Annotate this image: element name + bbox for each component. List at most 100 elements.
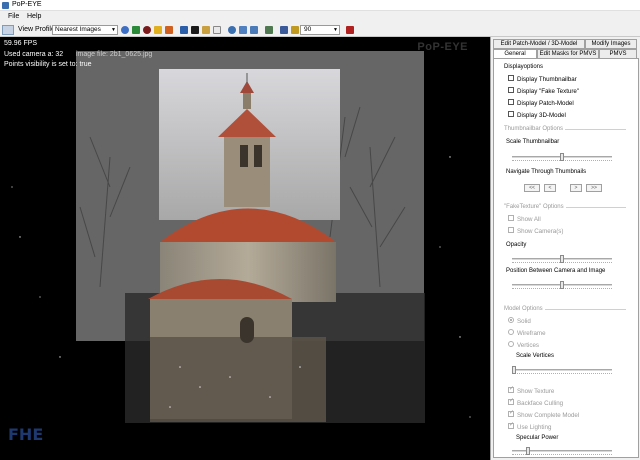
radio-label: Solid bbox=[517, 318, 531, 325]
view-profile-select[interactable]: Nearest Images ▼ bbox=[52, 25, 118, 35]
model-options-title: Model Options bbox=[504, 306, 545, 312]
nav-next-button[interactable]: > bbox=[570, 184, 582, 192]
checkbox-show-complete-model[interactable]: Show Complete Model bbox=[508, 409, 580, 419]
move-icon[interactable] bbox=[132, 26, 140, 34]
radio-icon[interactable] bbox=[508, 317, 514, 324]
specular-power-slider[interactable] bbox=[512, 447, 612, 455]
layers-icon[interactable] bbox=[250, 26, 258, 34]
key-icon[interactable] bbox=[291, 26, 299, 34]
point-cloud-base bbox=[150, 337, 326, 422]
display-icon[interactable] bbox=[191, 26, 199, 34]
checkbox-icon[interactable] bbox=[508, 111, 514, 118]
checkbox-icon[interactable] bbox=[508, 75, 514, 82]
popeye-logo: PoP-EYE bbox=[417, 41, 468, 53]
menu-help[interactable]: Help bbox=[27, 13, 41, 20]
slider-thumb[interactable] bbox=[512, 366, 516, 374]
checkbox-use-lighting[interactable]: Use Lighting bbox=[508, 421, 552, 431]
nav-first-button[interactable]: << bbox=[524, 184, 540, 192]
checkbox-icon[interactable] bbox=[508, 409, 514, 418]
scale-thumbnailbar-slider[interactable] bbox=[512, 153, 612, 161]
tools-icon[interactable] bbox=[165, 26, 173, 34]
navigate-thumbnails-label: Navigate Through Thumbnails bbox=[506, 169, 587, 175]
nav-last-button[interactable]: >> bbox=[586, 184, 602, 192]
checkbox-label: Show Camera(s) bbox=[517, 228, 564, 235]
camera-icon[interactable] bbox=[154, 26, 162, 34]
checkbox-show-cameras[interactable]: Show Camera(s) bbox=[508, 227, 564, 235]
view-profile-icon bbox=[2, 25, 14, 35]
folder-icon[interactable] bbox=[202, 26, 210, 34]
checkbox-icon[interactable] bbox=[508, 397, 514, 406]
radio-label: Wireframe bbox=[517, 330, 546, 337]
view-profile-value: Nearest Images bbox=[55, 26, 101, 33]
apse-window bbox=[240, 317, 254, 343]
chevron-down-icon: ▼ bbox=[333, 27, 338, 33]
radio-vertices[interactable]: Vertices bbox=[508, 341, 540, 349]
toolbar: View Profile: Nearest Images ▼ 90 ▼ bbox=[0, 23, 640, 37]
tab-edit-patch-model[interactable]: Edit Patch-Model / 3D-Model bbox=[493, 39, 585, 49]
nav-prev-button[interactable]: < bbox=[544, 184, 556, 192]
slider-thumb[interactable] bbox=[560, 153, 564, 161]
opacity-slider[interactable] bbox=[512, 255, 612, 263]
opacity-label: Opacity bbox=[506, 242, 527, 248]
checkbox-icon[interactable] bbox=[508, 227, 514, 234]
checkbox-display-patch-model[interactable]: Display Patch-Model bbox=[508, 99, 574, 107]
radio-icon[interactable] bbox=[508, 329, 514, 336]
tower-window bbox=[240, 145, 248, 167]
radio-label: Vertices bbox=[517, 342, 540, 349]
checkbox-display-3d-model[interactable]: Display 3D-Model bbox=[508, 111, 566, 119]
checkbox-icon[interactable] bbox=[508, 385, 514, 394]
checkbox-show-texture[interactable]: Show Texture bbox=[508, 385, 555, 395]
picture-icon[interactable] bbox=[265, 26, 273, 34]
checkbox-icon[interactable] bbox=[508, 421, 514, 430]
general-tab-body: Displayoptions Display Thumbnailbar Disp… bbox=[493, 58, 639, 458]
menu-bar: File Help bbox=[0, 11, 640, 23]
fhe-logo: FHE bbox=[8, 425, 44, 444]
scale-thumbnailbar-label: Scale Thumbnailbar bbox=[506, 139, 560, 145]
image-icon[interactable] bbox=[180, 26, 188, 34]
checkbox-label: Display 3D-Model bbox=[517, 112, 566, 119]
checkbox-label: Show Complete Model bbox=[517, 412, 580, 419]
scene-render bbox=[11, 51, 471, 438]
checkbox-icon[interactable] bbox=[508, 215, 514, 222]
checkbox-label: Display Patch-Model bbox=[517, 100, 574, 107]
app-icon bbox=[2, 2, 9, 9]
menu-file[interactable]: File bbox=[8, 13, 19, 20]
checkbox-show-all[interactable]: Show All bbox=[508, 215, 541, 223]
chevron-down-icon: ▼ bbox=[111, 27, 116, 33]
checkbox-icon[interactable] bbox=[508, 99, 514, 106]
slider-track bbox=[512, 369, 612, 371]
slider-thumb[interactable] bbox=[526, 447, 531, 455]
record-icon[interactable] bbox=[346, 26, 354, 34]
window-title: PoP-EYE bbox=[12, 1, 42, 8]
checkbox-label: Display "Fake Texture" bbox=[517, 88, 580, 95]
checkbox-display-fake-texture[interactable]: Display "Fake Texture" bbox=[508, 87, 580, 95]
help-icon[interactable] bbox=[228, 26, 236, 34]
checkbox-icon[interactable] bbox=[508, 87, 514, 94]
tower-window bbox=[254, 145, 262, 167]
scale-vertices-label: Scale Vertices bbox=[516, 353, 555, 359]
render-viewport[interactable]: 59.96 FPS Used camera a: 32 image file: … bbox=[0, 37, 490, 460]
slider-thumb[interactable] bbox=[560, 281, 564, 289]
fake-texture-options-title: "FakeTexture" Options bbox=[504, 204, 566, 210]
globe-icon[interactable] bbox=[121, 26, 129, 34]
radio-solid[interactable]: Solid bbox=[508, 317, 531, 325]
radio-wireframe[interactable]: Wireframe bbox=[508, 329, 546, 337]
checkbox-label: Show Texture bbox=[517, 388, 555, 395]
grid-icon[interactable] bbox=[239, 26, 247, 34]
checkbox-label: Display Thumbnailbar bbox=[517, 76, 577, 83]
scale-vertices-slider[interactable] bbox=[512, 366, 612, 374]
fps-readout: 59.96 FPS bbox=[4, 40, 38, 47]
radio-icon[interactable] bbox=[508, 341, 514, 348]
checkbox-backface-culling[interactable]: Backface Culling bbox=[508, 397, 563, 407]
position-slider[interactable] bbox=[512, 281, 612, 289]
title-bar: PoP-EYE bbox=[0, 0, 640, 11]
slider-thumb[interactable] bbox=[560, 255, 564, 263]
number-select[interactable]: 90 ▼ bbox=[300, 25, 340, 35]
checkbox-display-thumbnailbar[interactable]: Display Thumbnailbar bbox=[508, 75, 577, 83]
tab-modify-images[interactable]: Modify Images bbox=[585, 39, 637, 49]
checkbox-label: Use Lighting bbox=[517, 424, 552, 431]
display-options-title: Displayoptions bbox=[504, 64, 544, 70]
network-icon[interactable] bbox=[280, 26, 288, 34]
sphere-icon[interactable] bbox=[143, 26, 151, 34]
document-icon[interactable] bbox=[213, 26, 221, 34]
